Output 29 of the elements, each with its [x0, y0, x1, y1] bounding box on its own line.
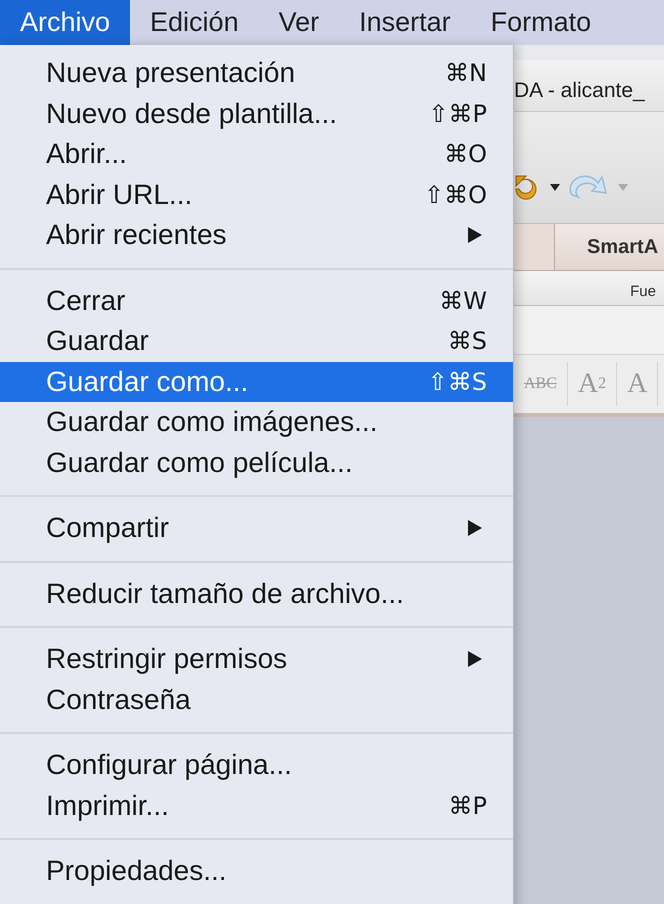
menu-bar-item[interactable]: Insertar	[339, 0, 471, 45]
menu-item[interactable]: Configurar página...	[0, 745, 513, 786]
menu-bar-item[interactable]: Formato	[470, 0, 612, 45]
menu-item[interactable]: Cerrar ⌘W	[0, 280, 513, 321]
menu-item[interactable]: Abrir recientes	[0, 215, 513, 256]
submenu-arrow-icon	[467, 650, 483, 668]
menu-item[interactable]: Guardar ⌘S	[0, 321, 513, 362]
menu-item[interactable]: Abrir URL... ⇧⌘O	[0, 174, 513, 215]
menu-item[interactable]: Propiedades...	[0, 851, 513, 892]
menu-bar-item[interactable]: Edición	[130, 0, 259, 45]
group-label: Fue	[630, 282, 656, 300]
menu-item[interactable]: Guardar como película...	[0, 442, 513, 483]
menu-item[interactable]: Restringir permisos	[0, 639, 513, 680]
menu-item[interactable]: Guardar como imágenes...	[0, 402, 513, 442]
menu-item[interactable]: Contraseña	[0, 680, 513, 720]
menu-bar-item[interactable]: Archivo	[0, 0, 130, 45]
menu-item[interactable]: Compartir	[0, 508, 513, 548]
menu-bar-item[interactable]: Ver	[258, 0, 340, 45]
menu-item[interactable]: Abrir... ⌘O	[0, 134, 513, 174]
menu-item[interactable]: Reducir tamaño de archivo...	[0, 574, 513, 614]
submenu-arrow-icon	[467, 519, 483, 538]
window-title: DA - alicante_	[514, 79, 645, 103]
menu-item[interactable]: Guardar como... ⇧⌘S	[0, 362, 513, 402]
ribbon-tab[interactable]	[514, 224, 555, 270]
menu-item[interactable]: Nueva presentación ⌘N	[0, 53, 513, 94]
menu-item[interactable]: Imprimir... ⌘P	[0, 786, 513, 826]
menu-item[interactable]: Nuevo desde plantilla... ⇧⌘P	[0, 94, 513, 134]
submenu-arrow-icon	[467, 226, 483, 244]
dropdown-caret-icon[interactable]	[550, 184, 560, 191]
